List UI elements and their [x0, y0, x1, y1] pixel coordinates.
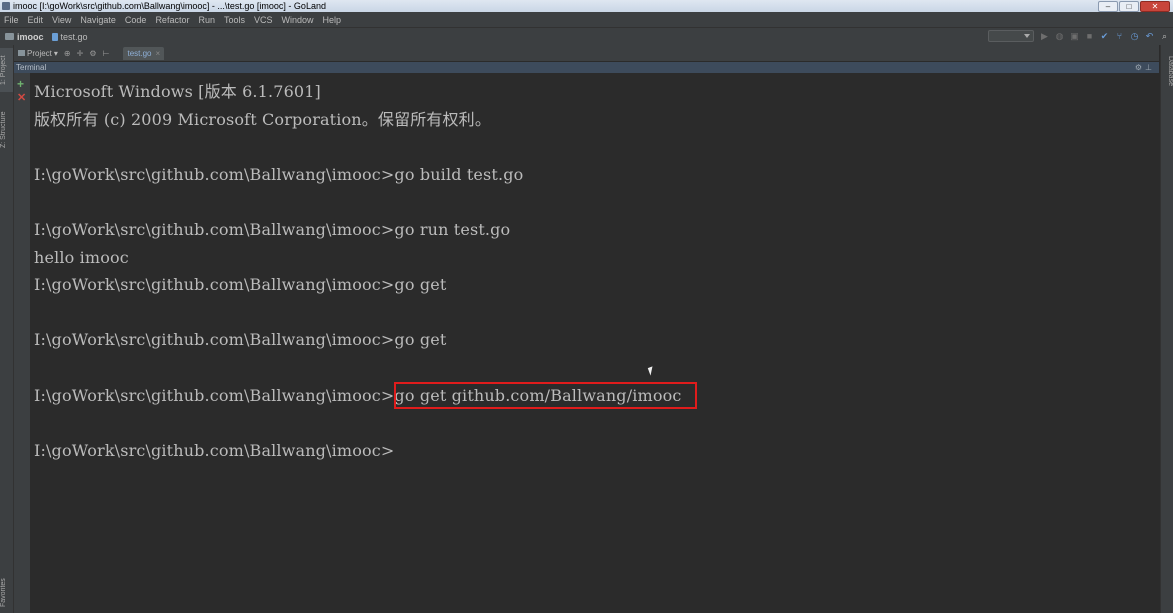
window-title: imooc [I:\goWork\src\github.com\Ballwang… — [13, 1, 326, 11]
window-controls: – □ ✕ — [1098, 1, 1170, 12]
navigation-bar: imooc test.go ▶ ◍ ▣ ■ ✔ ⑂ ◷ ↶ ⌕ — [0, 27, 1173, 46]
vcs-history-icon[interactable]: ◷ — [1130, 31, 1139, 41]
highlight-box — [394, 382, 697, 409]
panel-toolbar: Project ▾ ⊕ ✛ ⚙ ⊢ test.go × — [14, 45, 1159, 61]
breadcrumb: imooc test.go — [5, 32, 88, 42]
breadcrumb-project[interactable]: imooc — [17, 32, 44, 42]
close-session-icon[interactable]: ✕ — [17, 93, 26, 104]
terminal-title: Terminal — [16, 63, 47, 72]
favorites-tool-tab[interactable]: Favorites — [0, 575, 13, 611]
terminal-header-icons: ⚙⊥ — [1135, 62, 1155, 73]
close-button[interactable]: ✕ — [1140, 1, 1170, 12]
coverage-icon[interactable]: ▣ — [1070, 31, 1079, 41]
breadcrumb-file[interactable]: test.go — [61, 32, 88, 42]
run-icon[interactable]: ▶ — [1040, 31, 1049, 41]
menu-edit[interactable]: Edit — [24, 15, 49, 25]
terminal-line: 版权所有 (c) 2009 Microsoft Corporation。保留所有… — [34, 110, 491, 129]
vcs-update-icon[interactable]: ✔ — [1100, 31, 1109, 41]
structure-tool-tab[interactable]: Z: Structure — [0, 105, 13, 155]
terminal-line: hello imooc — [34, 248, 129, 267]
menu-vcs[interactable]: VCS — [250, 15, 278, 25]
menu-code[interactable]: Code — [121, 15, 152, 25]
debug-icon[interactable]: ◍ — [1055, 31, 1064, 41]
terminal-line: I:\goWork\src\github.com\Ballwang\imooc>… — [34, 165, 524, 184]
folder-icon — [5, 33, 14, 40]
sync-icon[interactable]: ⊕ — [64, 49, 71, 58]
revert-icon[interactable]: ↶ — [1145, 31, 1154, 41]
editor-tab-label: test.go — [127, 48, 152, 58]
collapse-icon[interactable]: ✛ — [77, 49, 84, 58]
menu-refactor[interactable]: Refactor — [151, 15, 194, 25]
search-icon[interactable]: ⌕ — [1160, 31, 1169, 41]
terminal-line: I:\goWork\src\github.com\Ballwang\imooc>… — [34, 275, 447, 294]
new-session-icon[interactable]: + — [17, 78, 24, 90]
minimize-button[interactable]: – — [1098, 1, 1118, 12]
project-view-select[interactable]: Project ▾ — [18, 49, 58, 58]
terminal-line: I:\goWork\src\github.com\Ballwang\imooc> — [34, 441, 395, 460]
app-icon — [2, 2, 10, 10]
gear-icon[interactable]: ⚙ — [1135, 63, 1145, 72]
project-icon — [18, 50, 25, 56]
menu-navigate[interactable]: Navigate — [76, 15, 121, 25]
project-tool-tab[interactable]: 1: Project — [0, 48, 13, 92]
menu-run[interactable]: Run — [194, 15, 220, 25]
run-toolbar: ▶ ◍ ▣ ■ ✔ ⑂ ◷ ↶ ⌕ — [988, 30, 1169, 42]
right-tool-strip: Database — [1160, 45, 1173, 613]
project-view-label: Project — [27, 48, 52, 58]
dropdown-arrow-icon: ▾ — [53, 48, 58, 58]
database-tool-tab[interactable]: Database — [1161, 49, 1173, 93]
menu-bar: File Edit View Navigate Code Refactor Ru… — [0, 12, 1173, 27]
menu-tools[interactable]: Tools — [220, 15, 250, 25]
menu-help[interactable]: Help — [319, 15, 347, 25]
menu-file[interactable]: File — [0, 15, 24, 25]
terminal-line: I:\goWork\src\github.com\Ballwang\imooc>… — [34, 330, 447, 349]
stop-icon[interactable]: ■ — [1085, 31, 1094, 41]
title-bar: imooc [I:\goWork\src\github.com\Ballwang… — [0, 0, 1173, 12]
terminal-header: Terminal ⚙⊥ — [14, 62, 1159, 73]
left-tool-strip: 1: Project Z: Structure Favorites — [0, 45, 14, 613]
hide-icon[interactable]: ⊥ — [1145, 63, 1155, 72]
menu-view[interactable]: View — [48, 15, 76, 25]
editor-tab-test-go[interactable]: test.go × — [123, 46, 165, 60]
go-file-icon — [51, 32, 58, 41]
terminal-output[interactable]: Microsoft Windows [版本 6.1.7601] 版权所有 (c)… — [30, 73, 1159, 613]
close-tab-icon[interactable]: × — [155, 49, 160, 58]
menu-window[interactable]: Window — [278, 15, 319, 25]
terminal-line: Microsoft Windows [版本 6.1.7601] — [34, 82, 321, 101]
maximize-button[interactable]: □ — [1119, 1, 1139, 12]
vcs-commit-icon[interactable]: ⑂ — [1115, 31, 1124, 41]
terminal-side-toolbar: + ✕ — [14, 73, 30, 613]
mouse-cursor-icon — [647, 366, 656, 376]
hide-panel-icon[interactable]: ⊢ — [103, 49, 110, 58]
run-configuration-select[interactable] — [988, 30, 1034, 42]
settings-icon[interactable]: ⚙ — [89, 49, 96, 58]
terminal-line: I:\goWork\src\github.com\Ballwang\imooc>… — [34, 220, 511, 239]
